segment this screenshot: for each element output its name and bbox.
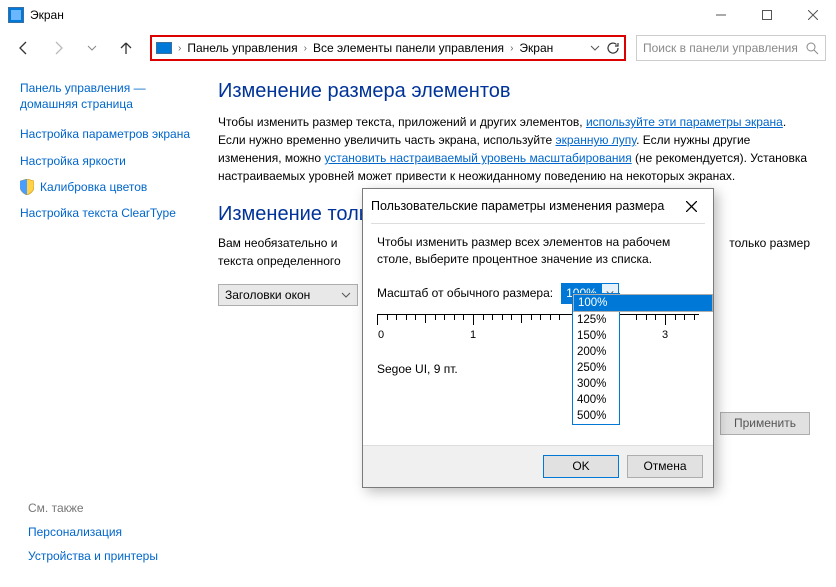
forward-button[interactable]: [44, 34, 72, 62]
dialog-footer: OK Отмена: [363, 445, 713, 487]
scale-option[interactable]: 125%: [573, 312, 619, 328]
dialog-close-button[interactable]: [677, 192, 705, 220]
apply-button[interactable]: Применить: [720, 412, 810, 435]
close-button[interactable]: [790, 0, 836, 30]
window-title: Экран: [30, 8, 64, 22]
chevron-down-icon[interactable]: [590, 43, 600, 53]
close-icon: [686, 201, 697, 212]
search-placeholder: Поиск в панели управления: [643, 41, 798, 55]
chevron-right-icon: ›: [176, 43, 183, 54]
ok-button[interactable]: OK: [543, 455, 619, 478]
minimize-button[interactable]: [698, 0, 744, 30]
link-display-params[interactable]: используйте эти параметры экрана: [586, 115, 783, 129]
breadcrumb[interactable]: › Панель управления › Все элементы панел…: [150, 35, 626, 61]
font-sample: Segoe UI, 9 пт.: [377, 362, 699, 376]
sidebar-link-brightness[interactable]: Настройка яркости: [20, 153, 200, 169]
custom-sizing-dialog: Пользовательские параметры изменения раз…: [362, 188, 714, 488]
shield-icon: [20, 179, 34, 195]
display-icon: [156, 42, 172, 54]
search-input[interactable]: Поиск в панели управления: [636, 35, 826, 61]
chevron-right-icon: ›: [302, 43, 309, 54]
scale-label: Масштаб от обычного размера:: [377, 286, 553, 300]
ruler-label: 0: [378, 329, 384, 341]
display-icon: [8, 7, 24, 23]
breadcrumb-item[interactable]: Экран: [519, 41, 553, 55]
scale-option[interactable]: 250%: [573, 360, 619, 376]
up-button[interactable]: [112, 34, 140, 62]
chevron-down-icon: [341, 290, 351, 300]
sidebar-link-cleartype[interactable]: Настройка текста ClearType: [20, 205, 200, 221]
link-magnifier[interactable]: экранную лупу: [556, 133, 637, 147]
scale-option[interactable]: 150%: [573, 328, 619, 344]
ruler-label: 1: [470, 329, 476, 341]
chevron-right-icon: ›: [508, 43, 515, 54]
sidebar: Панель управления — домашняя страница На…: [20, 80, 200, 306]
maximize-button[interactable]: [744, 0, 790, 30]
search-icon: [805, 41, 819, 55]
sidebar-link-calibrate[interactable]: Калибровка цветов: [20, 179, 200, 195]
sidebar-link-display-settings[interactable]: Настройка параметров экрана: [20, 126, 200, 142]
recent-dropdown[interactable]: [78, 34, 106, 62]
dialog-titlebar: Пользовательские параметры изменения раз…: [363, 189, 713, 223]
scale-option[interactable]: 200%: [573, 344, 619, 360]
navbar: › Панель управления › Все элементы панел…: [0, 30, 836, 66]
ruler-label: 3: [662, 329, 668, 341]
back-button[interactable]: [10, 34, 38, 62]
link-custom-scaling[interactable]: установить настраиваемый уровень масштаб…: [324, 151, 631, 165]
scale-option[interactable]: 300%: [573, 376, 619, 392]
breadcrumb-item[interactable]: Все элементы панели управления: [313, 41, 504, 55]
element-select[interactable]: Заголовки окон: [218, 284, 358, 306]
description-text: Чтобы изменить размер текста, приложений…: [218, 113, 816, 185]
dialog-body-text: Чтобы изменить размер всех элементов на …: [377, 234, 699, 269]
scale-option[interactable]: 500%: [573, 408, 619, 424]
see-also-header: См. также: [28, 501, 158, 515]
ruler[interactable]: 0 1 3: [377, 314, 699, 344]
scale-option[interactable]: 100%: [573, 294, 713, 312]
cancel-button[interactable]: Отмена: [627, 455, 703, 478]
titlebar: Экран: [0, 0, 836, 30]
see-also-devices[interactable]: Устройства и принтеры: [28, 549, 158, 563]
scale-dropdown-list[interactable]: 100% 125% 150% 200% 250% 300% 400% 500%: [572, 293, 620, 425]
see-also: См. также Персонализация Устройства и пр…: [28, 501, 158, 573]
see-also-personalization[interactable]: Персонализация: [28, 525, 158, 539]
refresh-icon[interactable]: [606, 41, 620, 55]
control-panel-home-link[interactable]: Панель управления — домашняя страница: [20, 80, 200, 112]
page-heading: Изменение размера элементов: [218, 80, 816, 103]
breadcrumb-item[interactable]: Панель управления: [187, 41, 297, 55]
dialog-title: Пользовательские параметры изменения раз…: [371, 199, 664, 213]
scale-option[interactable]: 400%: [573, 392, 619, 408]
